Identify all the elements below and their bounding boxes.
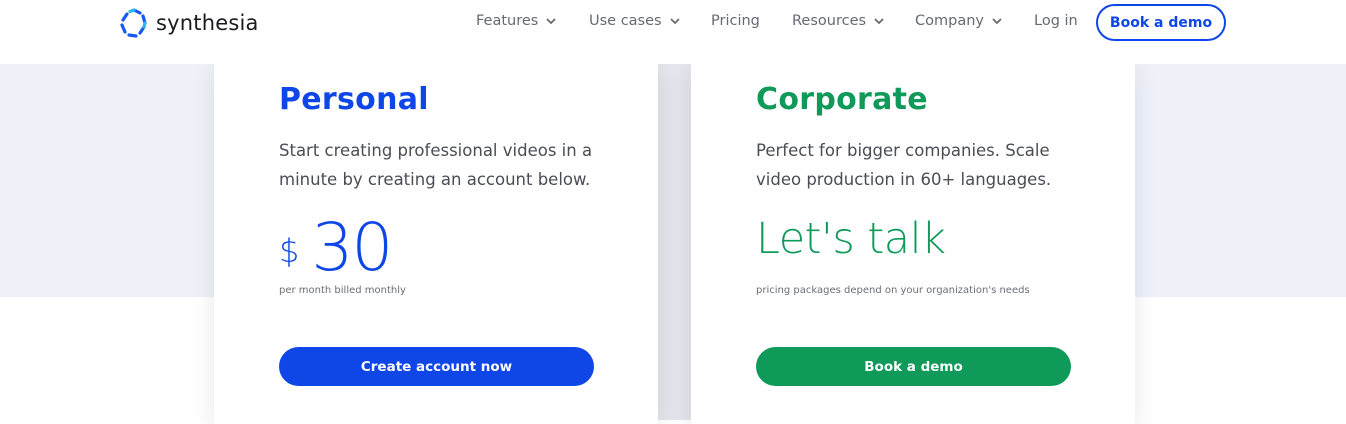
nav-company-label: Company [915,13,984,29]
corporate-price-note: pricing packages depend on your organiza… [756,285,1030,296]
corporate-plan-description: Perfect for bigger companies. Scale vide… [756,141,1052,189]
chevron-down-icon [669,17,680,24]
price-amount: 30 [311,209,393,286]
chevron-down-icon [546,17,556,24]
chevron-down-icon [992,17,1002,24]
nav-use-cases-label: Use cases [589,13,662,29]
chevron-down-icon [874,17,884,24]
nav-resources-label: Resources [792,13,867,29]
nav-pricing-label: Pricing [711,13,760,29]
nav-login[interactable]: Log in [1034,13,1078,29]
personal-plan-title: Personal [279,82,429,117]
nav-features[interactable]: Features [476,13,556,29]
nav-features-label: Features [476,13,539,29]
logo[interactable]: synthesia [118,7,259,39]
nav-company[interactable]: Company [915,13,1002,29]
logo-wordmark: synthesia [156,11,259,35]
personal-plan-description: Start creating professional videos in a … [279,141,593,189]
personal-price: $ 30 [279,206,393,290]
personal-plan-card: Personal Start creating professional vid… [214,64,658,424]
synthesia-logo-icon [120,8,147,38]
book-demo-nav-button[interactable]: Book a demo [1096,4,1226,41]
nav-login-label: Log in [1034,13,1078,29]
corporate-price-text: Let's talk [756,214,946,264]
corporate-plan-card: Corporate Perfect for bigger companies. … [691,64,1135,424]
top-navbar: synthesia Features Use cases Pricing Res… [0,0,1346,64]
book-demo-button[interactable]: Book a demo [756,347,1071,386]
corporate-plan-title: Corporate [756,82,928,117]
personal-price-note: per month billed monthly [279,285,406,296]
nav-use-cases[interactable]: Use cases [589,13,680,29]
create-account-button[interactable]: Create account now [279,347,594,386]
price-currency: $ [279,232,300,270]
card-gap-shade [658,64,691,420]
nav-resources[interactable]: Resources [792,13,884,29]
nav-pricing[interactable]: Pricing [711,13,760,29]
